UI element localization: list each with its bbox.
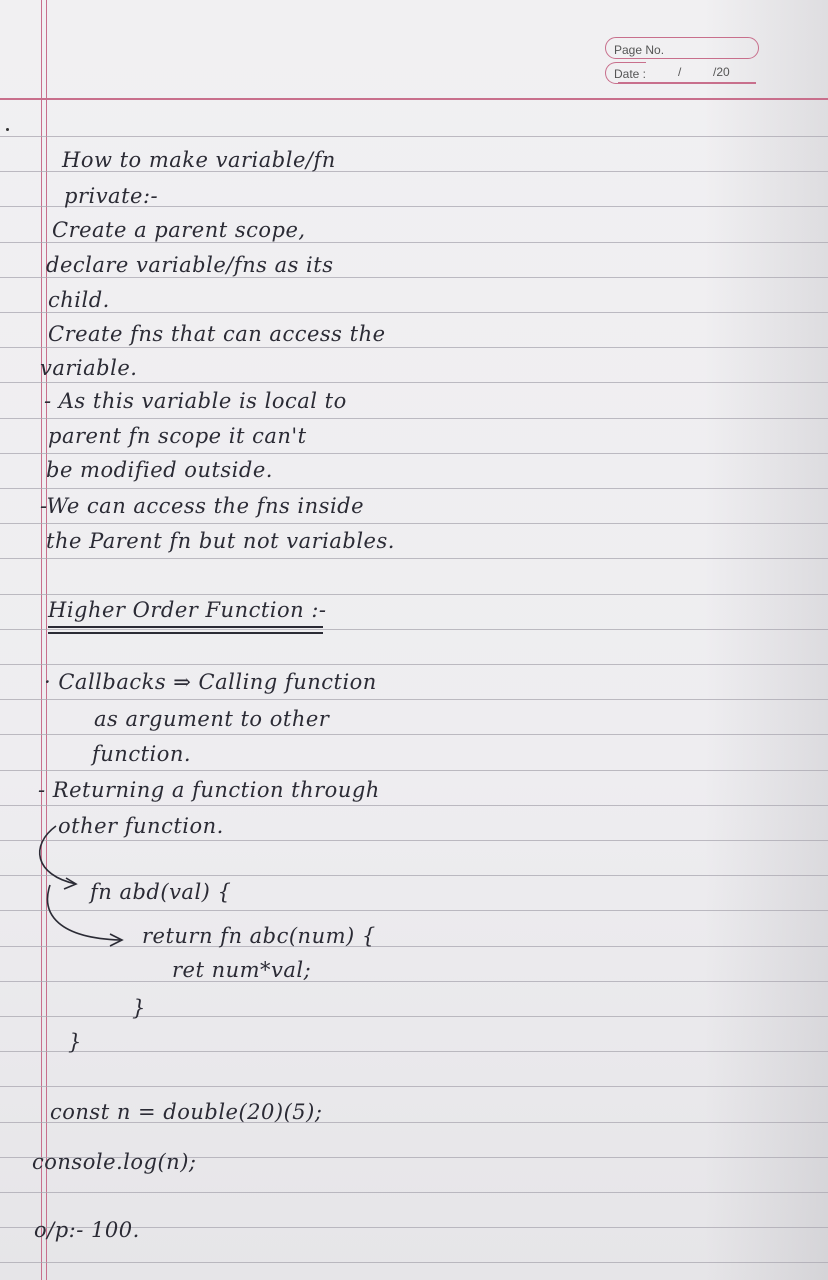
code-line-4: }	[132, 996, 146, 1020]
hand-drawn-arrows	[39, 825, 124, 947]
code-line-2: return fn abc(num) {	[142, 924, 376, 948]
code-line-5: }	[68, 1030, 82, 1054]
code-line-1: fn abd(val) {	[90, 880, 232, 904]
output-line: o/p:- 100.	[34, 1218, 140, 1242]
code-line-6: const n = double(20)(5);	[50, 1100, 323, 1124]
notebook-page: Page No. Date : / /20 How to make variab…	[0, 0, 828, 1280]
code-line-7: console.log(n);	[32, 1150, 197, 1174]
code-line-3: ret num*val;	[172, 958, 312, 982]
